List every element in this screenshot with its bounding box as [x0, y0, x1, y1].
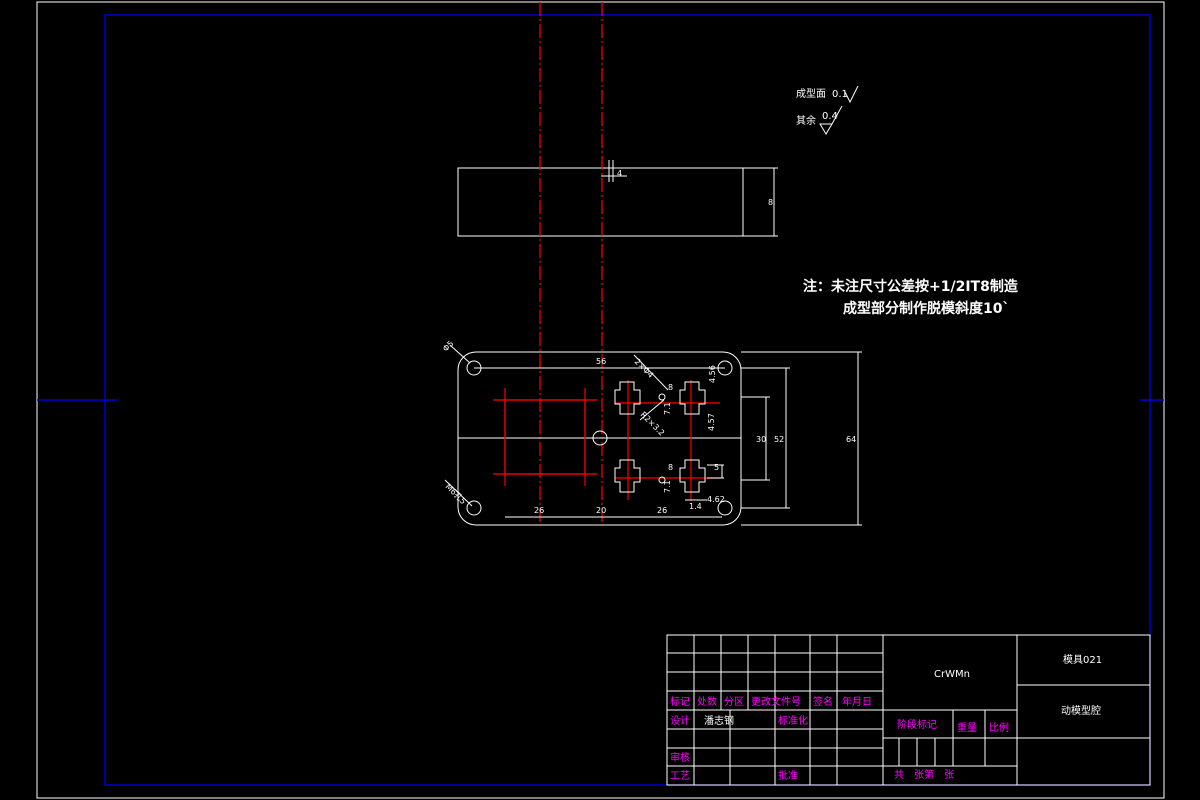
plan-view: Φ5 M6孔5 56 26 20 26 64 52 30 2×Φ4 R2×3.2… — [441, 339, 862, 526]
roughness-value-1: 0.1 — [832, 89, 848, 100]
dim-5: 5 — [714, 463, 719, 472]
label-approve: 批准 — [778, 769, 798, 782]
dim-screw-label: M6孔5 — [444, 482, 468, 506]
drawing-number: 模具021 — [1063, 654, 1102, 666]
label-scale: 比例 — [989, 721, 1009, 734]
label-zone: 分区 — [724, 696, 744, 708]
dim-bottom-26b: 26 — [657, 506, 667, 515]
label-change-doc: 更改文件号 — [751, 695, 801, 708]
label-stage-mark: 阶段标记 — [897, 718, 937, 731]
label-weight: 重量 — [957, 721, 977, 734]
part-name: 动模型腔 — [1061, 704, 1101, 717]
side-view: 8 4 — [457, 160, 778, 237]
dim-64: 64 — [846, 435, 856, 444]
label-date: 年月日 — [842, 695, 872, 708]
title-block: CrWMn 模具021 动模型腔 标记 处数 分区 更改文件号 签名 年月日 设… — [666, 634, 1151, 786]
cad-drawing-canvas: 成型面 0.1 其余 0.4 8 4 注：未注尺寸公差按+1/2IT8制造 成型… — [36, 1, 1165, 799]
label-sign: 签名 — [813, 695, 833, 708]
designer-name: 潘志钢 — [704, 714, 734, 727]
material-text: CrWMn — [934, 669, 970, 680]
dim-side-8: 8 — [768, 198, 773, 207]
dim-bottom-26a: 26 — [534, 506, 544, 515]
dim-front-4: 4 — [617, 169, 622, 178]
dim-462: 4.62 — [707, 495, 725, 504]
dim-hole-label: Φ5 — [441, 339, 455, 353]
dim-52: 52 — [774, 435, 784, 444]
label-review: 审核 — [670, 751, 690, 764]
dim-bottom-20: 20 — [596, 506, 606, 515]
dim-457: 4.57 — [707, 413, 716, 431]
label-design: 设计 — [670, 714, 690, 727]
note-line-2: 成型部分制作脱模斜度10` — [843, 300, 1009, 317]
outer-frame — [36, 1, 1165, 799]
dim-30: 30 — [756, 435, 766, 444]
label-process: 工艺 — [670, 770, 690, 782]
label-mark: 标记 — [670, 696, 690, 708]
roughness-value-2: 0.4 — [822, 111, 838, 122]
dim-top-width: 56 — [596, 357, 606, 366]
dim-456: 4.56 — [708, 365, 717, 383]
label-count: 处数 — [697, 695, 717, 708]
note-line-1: 注：未注尺寸公差按+1/2IT8制造 — [803, 278, 1018, 295]
dim-71b: 7.1 — [663, 480, 672, 493]
dim-71a: 7.1 — [663, 402, 672, 415]
roughness-label-2: 其余 — [796, 114, 816, 127]
dim-8a: 8 — [668, 383, 673, 392]
roughness-label-1: 成型面 — [796, 87, 826, 100]
label-sheets: 共 张第 张 — [894, 768, 954, 781]
label-standardize: 标准化 — [778, 714, 808, 727]
roughness-symbols: 成型面 0.1 其余 0.4 — [796, 85, 859, 135]
dim-8b: 8 — [668, 463, 673, 472]
dim-14: 1.4 — [689, 502, 702, 511]
